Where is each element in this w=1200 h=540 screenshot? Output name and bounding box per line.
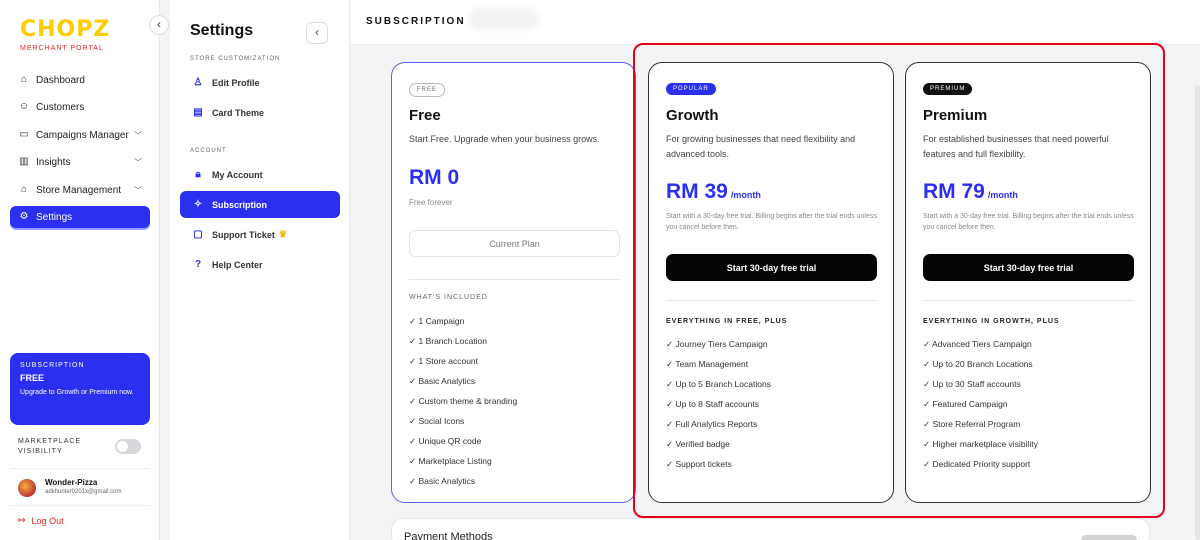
chevron-left-icon: ‹ [157,17,161,31]
nav-label: Store Management [36,184,122,196]
promo-plan: FREE [20,373,45,383]
settings-collapse-button[interactable]: ‹ [306,22,328,44]
settings-card-theme[interactable]: ▤ Card Theme [180,99,340,126]
blurred-header-element [469,8,539,30]
settings-item-label: Edit Profile [212,77,260,88]
nav-insights[interactable]: ▥ Insights ﹀ [10,151,150,173]
divider [409,279,620,280]
feature-item: ✓ Social Icons [409,416,465,426]
gear-icon: ⚙ [19,211,29,222]
logout-icon: ↦ [18,515,26,525]
settings-item-label: My Account [212,169,263,180]
nav-label: Insights [36,156,71,168]
nav-label: Settings [36,211,73,223]
nav-label: Campaigns Manager [36,129,129,141]
payment-action-pill[interactable] [1081,535,1137,540]
main-content: SUBSCRIPTION FREE Free Start Free. Upgra… [351,0,1200,540]
chat-icon: ▢ [193,229,203,240]
help-icon: ? [194,259,202,270]
feature-item: ✓ 1 Store account [409,356,479,366]
nav-store-management[interactable]: ⌂ Store Management ﹀ [10,179,150,201]
payment-methods-title: Payment Methods [404,531,493,540]
logout-label: Log Out [31,515,64,526]
top-bar: SUBSCRIPTION [351,0,1200,45]
scrollbar[interactable] [1195,85,1200,540]
section-account: ACCOUNT [190,148,227,154]
marketplace-visibility-toggle[interactable] [115,439,141,454]
nav-label: Dashboard [36,74,85,86]
briefcase-icon: ▭ [19,129,29,140]
nav-customers[interactable]: ☺ Customers [10,96,150,118]
nav-campaigns-manager[interactable]: ▭ Campaigns Manager ﹀ [10,124,150,146]
store-icon: ⌂ [20,184,28,195]
dashboard-icon: ⌂ [20,74,28,85]
chevron-left-icon: ‹ [315,25,319,39]
main-sidebar: CHOPZ MERCHANT PORTAL ‹ ⌂ Dashboard ☺ Cust… [0,0,169,540]
sparkle-icon: ✧ [193,199,203,210]
plan-price: RM 0 [409,166,460,189]
nav-settings[interactable]: ⚙ Settings [10,206,150,228]
plan-price-note: Free forever [409,198,453,207]
feature-item: ✓ Marketplace Listing [409,456,492,466]
bar-chart-icon: ▥ [19,156,29,167]
nav-dashboard[interactable]: ⌂ Dashboard [10,69,150,91]
logo: CHOPZ [20,17,111,42]
user-name: Wonder-Pizza [45,478,98,487]
promo-label: SUBSCRIPTION [20,362,85,369]
logout-button[interactable]: ↦ Log Out [18,515,64,526]
sidebar-collapse-button[interactable]: ‹ [149,15,169,35]
user-icon: ♙ [193,77,203,88]
users-icon: ☺ [18,101,30,112]
user-email: adkhunter0201x@gmail.com [45,489,122,495]
settings-my-account[interactable]: 🔒︎ My Account [180,161,340,188]
settings-edit-profile[interactable]: ♙ Edit Profile [180,69,340,96]
promo-cta: Upgrade to Growth or Premium now. [20,389,134,396]
logo-subtitle: MERCHANT PORTAL [20,45,104,52]
chevron-down-icon: ﹀ [134,157,142,167]
feature-item: ✓ Custom theme & branding [409,396,518,406]
feature-item: ✓ 1 Branch Location [409,336,488,346]
chevron-down-icon: ﹀ [134,185,142,195]
settings-panel: Settings ‹ STORE CUSTOMIZATION ♙ Edit Pro… [170,0,350,540]
feature-item: ✓ Basic Analytics [409,376,476,386]
settings-item-label: Subscription [212,199,268,210]
crown-icon: ♛ [278,229,287,239]
settings-item-label: Card Theme [212,107,265,118]
marketplace-visibility-label: MARKETPLACE VISIBILITY [18,437,81,457]
divider [10,505,150,506]
card-icon: ▤ [193,107,203,118]
settings-support-ticket[interactable]: ▢ Support Ticket ♛ [180,221,340,248]
settings-item-label: Help Center [212,259,263,270]
feature-list: ✓ 1 Campaign ✓ 1 Branch Location ✓ 1 Sto… [409,314,517,494]
lock-icon: 🔒︎ [195,169,201,180]
plan-badge: FREE [409,83,446,97]
highlight-annotation-box [633,43,1165,518]
settings-item-label: Support Ticket [212,229,275,240]
feature-item: ✓ Unique QR code [409,436,482,446]
page-title: SUBSCRIPTION [366,16,466,27]
plan-name: Free [409,107,441,124]
marketplace-label-line2: VISIBILITY [18,448,63,455]
avatar [18,479,36,497]
plan-card-free: FREE Free Start Free. Upgrade when your … [391,62,636,503]
settings-subscription[interactable]: ✧ Subscription [180,191,340,218]
settings-title: Settings [190,22,254,39]
payment-methods-card: Payment Methods [391,518,1150,540]
chevron-down-icon: ﹀ [134,130,142,140]
feature-item: ✓ Basic Analytics [409,476,476,486]
current-plan-button[interactable]: Current Plan [409,230,620,257]
divider [10,468,150,469]
nav-label: Customers [36,101,85,113]
plan-description: Start Free. Upgrade when your business g… [409,134,600,144]
included-heading: WHAT'S INCLUDED [409,294,488,301]
section-store-customization: STORE CUSTOMIZATION [190,56,281,62]
subscription-promo-card[interactable]: SUBSCRIPTION FREE Upgrade to Growth or P… [10,353,150,425]
feature-item: ✓ 1 Campaign [409,316,465,326]
marketplace-label-line1: MARKETPLACE [18,438,82,445]
settings-help-center[interactable]: ? Help Center [180,251,340,278]
